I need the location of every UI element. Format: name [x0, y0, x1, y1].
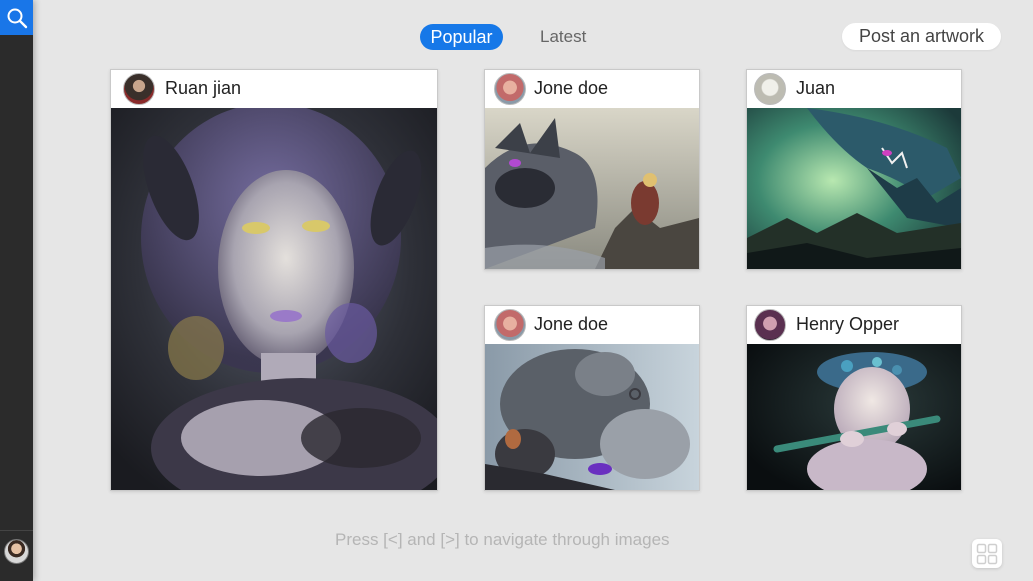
user-avatar[interactable] [4, 539, 29, 564]
author-name[interactable]: Jone doe [534, 70, 608, 108]
sidebar [0, 0, 33, 581]
artwork-card[interactable]: Ruan jian [110, 69, 438, 491]
author-avatar[interactable] [123, 73, 155, 105]
artwork-card[interactable]: Jone doe [484, 305, 700, 491]
artwork-card[interactable]: Henry Opper [746, 305, 962, 491]
search-button[interactable] [0, 0, 33, 35]
post-artwork-button[interactable]: Post an artwork [842, 23, 1001, 50]
card-header: Jone doe [485, 70, 699, 108]
card-header: Ruan jian [111, 70, 437, 108]
author-name[interactable]: Henry Opper [796, 306, 899, 344]
tab-latest[interactable]: Latest [540, 24, 586, 50]
card-header: Juan [747, 70, 961, 108]
tab-popular[interactable]: Popular [420, 24, 503, 50]
grid-view-icon [976, 543, 998, 564]
artwork-image[interactable] [485, 108, 699, 269]
navigation-hint: Press [<] and [>] to navigate through im… [335, 530, 670, 549]
author-avatar[interactable] [754, 309, 786, 341]
author-name[interactable]: Ruan jian [165, 70, 241, 108]
author-avatar[interactable] [494, 309, 526, 341]
artwork-image[interactable] [747, 344, 961, 490]
author-avatar[interactable] [754, 73, 786, 105]
artwork-image[interactable] [747, 108, 961, 269]
grid-view-button[interactable] [972, 539, 1002, 568]
author-name[interactable]: Jone doe [534, 306, 608, 344]
artwork-card[interactable]: Jone doe [484, 69, 700, 270]
author-avatar[interactable] [494, 73, 526, 105]
author-name[interactable]: Juan [796, 70, 835, 108]
artwork-image[interactable] [485, 344, 699, 490]
sidebar-divider [0, 530, 33, 531]
artwork-card[interactable]: Juan [746, 69, 962, 270]
artwork-image[interactable] [111, 108, 437, 490]
card-header: Jone doe [485, 306, 699, 344]
card-header: Henry Opper [747, 306, 961, 344]
search-icon [7, 8, 27, 28]
